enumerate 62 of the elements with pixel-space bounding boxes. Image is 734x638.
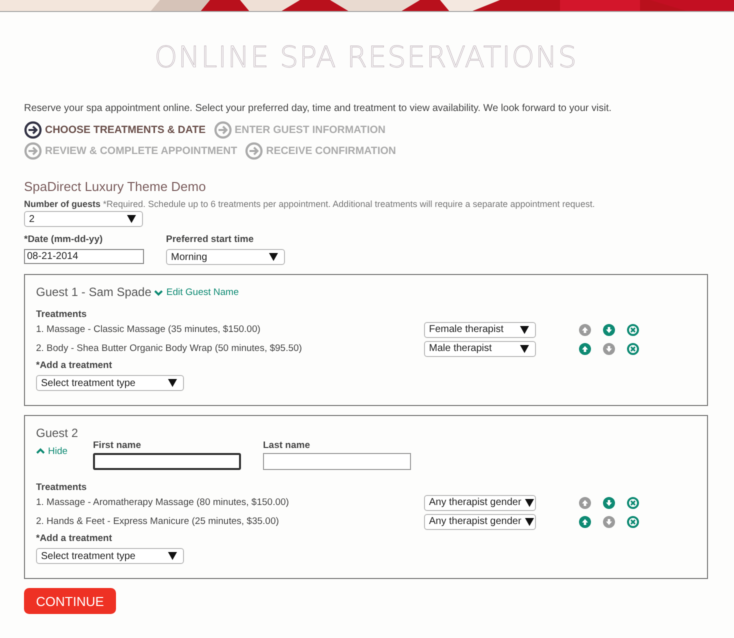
caret-icon [520, 326, 529, 334]
caret-icon [168, 379, 177, 387]
step-item: RECEIVE CONFIRMATION [245, 142, 396, 160]
remove-icon[interactable] [627, 496, 639, 508]
add-treatment-label: *Add a treatment [36, 533, 114, 544]
form-title: SpaDirect Luxury Theme Demo [24, 179, 207, 194]
field-label: Last name [263, 440, 311, 451]
field-label: *Date (mm-dd-yy) [24, 234, 104, 245]
treatment-type-select[interactable]: Select treatment type [36, 375, 184, 391]
caret-icon [525, 498, 534, 506]
step-item: ENTER GUEST INFORMATION [214, 121, 386, 139]
treatment-text: 1. Massage - Aromatherapy Massage (80 minutes, $150.00) [36, 497, 290, 508]
arrow-circle-icon [214, 121, 232, 139]
caret-icon [269, 253, 278, 261]
treatment-type-select[interactable]: Select treatment type [36, 548, 184, 564]
chevron-up-icon [36, 447, 45, 455]
chevron-down-icon [154, 288, 164, 296]
field-label: Preferred start time [166, 234, 255, 245]
move-down-icon[interactable] [603, 324, 615, 336]
move-up-icon[interactable] [579, 496, 591, 508]
remove-icon[interactable] [627, 324, 639, 336]
guest-title: Guest 2 [36, 426, 78, 440]
arrow-circle-icon [24, 142, 42, 160]
hide-link[interactable]: Hide [36, 446, 68, 456]
guests-select[interactable]: 2 [24, 211, 143, 227]
caret-icon [127, 215, 136, 223]
guest-title: Guest 1 - Sam Spade [36, 285, 152, 299]
last-name-field[interactable] [263, 453, 411, 470]
therapist-select[interactable]: Female therapist [424, 322, 536, 338]
caret-icon [168, 552, 177, 560]
move-down-icon[interactable] [603, 496, 615, 508]
arrow-circle-icon [24, 121, 42, 139]
remove-icon[interactable] [627, 342, 639, 354]
continue-button[interactable]: CONTINUE [24, 588, 116, 614]
treatment-text: 2. Hands & Feet - Express Manicure (25 minutes, $35.00) [36, 516, 280, 527]
therapist-select[interactable]: Any therapist gender [424, 494, 536, 510]
add-treatment-label: *Add a treatment [36, 360, 114, 371]
first-name-field[interactable] [93, 453, 241, 470]
move-down-icon[interactable] [603, 342, 615, 354]
therapist-select[interactable]: Any therapist gender [424, 514, 536, 530]
field-label: First name [93, 440, 142, 451]
intro-text: Reserve your spa appointment online. Select your preferred day, time and treatment to view availability. We look forward to your visit. [24, 103, 612, 114]
therapist-select[interactable]: Male therapist [424, 340, 536, 356]
date-field[interactable]: 08-21-2014 [24, 249, 144, 264]
arrow-circle-icon [245, 142, 264, 160]
page-title: ONLINE SPA RESERVATIONS [153, 40, 579, 76]
edit-name-link[interactable]: Edit Guest Name [154, 286, 239, 298]
treatment-text: 1. Massage - Classic Massage (35 minutes, $150.00) [36, 324, 262, 335]
move-up-icon[interactable] [579, 342, 591, 354]
remove-icon[interactable] [627, 516, 639, 528]
step-item: REVIEW & COMPLETE APPOINTMENT [24, 142, 238, 160]
guests-label: Number of guests *Required. Schedule up to 6 treatments per appointment. Additional treatments will require a separate appointment request. [24, 199, 596, 209]
move-up-icon[interactable] [579, 324, 591, 336]
start-time-select[interactable]: Morning [166, 249, 285, 265]
caret-icon [520, 344, 529, 352]
move-down-icon[interactable] [603, 516, 615, 528]
caret-icon [525, 518, 534, 526]
treatments-label: Treatments [36, 482, 88, 493]
move-up-icon[interactable] [579, 516, 591, 528]
treatments-label: Treatments [36, 309, 88, 320]
treatment-text: 2. Body - Shea Butter Organic Body Wrap (50 minutes, $95.50) [36, 343, 303, 354]
step-item: CHOOSE TREATMENTS & DATE [24, 121, 206, 139]
